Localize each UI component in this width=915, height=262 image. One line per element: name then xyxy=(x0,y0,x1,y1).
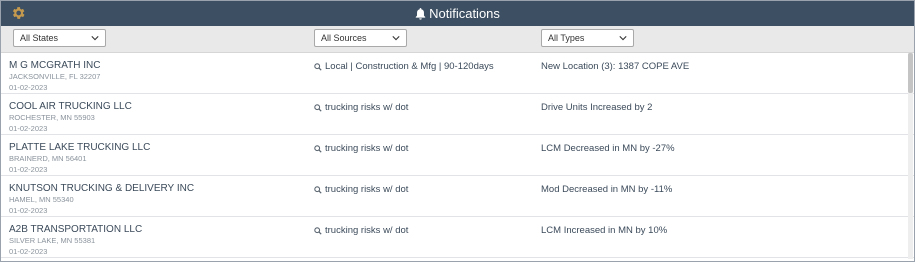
scrollbar-thumb[interactable] xyxy=(908,53,913,93)
source-label: Local | Construction & Mfg | 90-120days xyxy=(325,61,494,72)
notification-date: 01-02-2023 xyxy=(9,124,48,133)
search-icon xyxy=(314,185,322,194)
page-title: Notifications xyxy=(429,6,500,21)
company-name[interactable]: KNUTSON TRUCKING & DELIVERY INC xyxy=(9,183,194,194)
notification-type: New Location (3): 1387 COPE AVE xyxy=(541,61,690,72)
company-location: BRAINERD, MN 56401 xyxy=(9,154,87,163)
notification-date: 01-02-2023 xyxy=(9,83,48,92)
notification-type: Mod Decreased in MN by -11% xyxy=(541,184,673,195)
notification-row[interactable]: KNUTSON TRUCKING & DELIVERY INC HAMEL, M… xyxy=(1,176,914,217)
company-name[interactable]: COOL AIR TRUCKING LLC xyxy=(9,101,132,112)
notification-source[interactable]: Local | Construction & Mfg | 90-120days xyxy=(314,61,494,72)
notification-source[interactable]: trucking risks w/ dot xyxy=(314,143,408,154)
notification-date: 01-02-2023 xyxy=(9,247,48,256)
gear-icon[interactable] xyxy=(10,5,26,21)
page-title-group: Notifications xyxy=(415,6,500,21)
source-label: trucking risks w/ dot xyxy=(325,184,409,195)
states-filter-value: All States xyxy=(20,33,59,43)
search-icon xyxy=(314,226,322,235)
notifications-panel: Notifications All States All Sources All… xyxy=(0,0,915,262)
search-icon xyxy=(314,62,322,71)
notification-row[interactable]: A2B TRANSPORTATION LLC SILVER LAKE, MN 5… xyxy=(1,217,914,258)
sources-filter-select[interactable]: All Sources xyxy=(314,29,407,47)
types-filter-value: All Types xyxy=(548,33,585,43)
states-filter-select[interactable]: All States xyxy=(13,29,106,47)
bell-icon xyxy=(415,7,426,20)
notification-type: Drive Units Increased by 2 xyxy=(541,102,653,113)
chevron-down-icon xyxy=(619,36,627,41)
notification-row[interactable]: COOL AIR TRUCKING LLC ROCHESTER, MN 5590… xyxy=(1,94,914,135)
notification-date: 01-02-2023 xyxy=(9,206,48,215)
source-label: trucking risks w/ dot xyxy=(325,102,409,113)
notification-source[interactable]: trucking risks w/ dot xyxy=(314,102,408,113)
filter-bar: All States All Sources All Types xyxy=(1,26,914,53)
source-label: trucking risks w/ dot xyxy=(325,143,409,154)
notification-source[interactable]: trucking risks w/ dot xyxy=(314,225,408,236)
search-icon xyxy=(314,103,322,112)
notification-date: 01-02-2023 xyxy=(9,165,48,174)
notification-list: M G MCGRATH INC JACKSONVILLE, FL 32207 0… xyxy=(1,53,914,258)
sources-filter-value: All Sources xyxy=(321,33,367,43)
company-name[interactable]: PLATTE LAKE TRUCKING LLC xyxy=(9,142,150,153)
company-name[interactable]: A2B TRANSPORTATION LLC xyxy=(9,224,142,235)
notification-row[interactable]: PLATTE LAKE TRUCKING LLC BRAINERD, MN 56… xyxy=(1,135,914,176)
company-location: SILVER LAKE, MN 55381 xyxy=(9,236,96,245)
notification-row[interactable]: M G MCGRATH INC JACKSONVILLE, FL 32207 0… xyxy=(1,53,914,94)
chevron-down-icon xyxy=(392,36,400,41)
notification-source[interactable]: trucking risks w/ dot xyxy=(314,184,408,195)
notification-type: LCM Increased in MN by 10% xyxy=(541,225,668,236)
chevron-down-icon xyxy=(91,36,99,41)
notification-type: LCM Decreased in MN by -27% xyxy=(541,143,675,154)
types-filter-select[interactable]: All Types xyxy=(541,29,634,47)
company-location: JACKSONVILLE, FL 32207 xyxy=(9,72,101,81)
source-label: trucking risks w/ dot xyxy=(325,225,409,236)
scrollbar[interactable] xyxy=(908,53,913,259)
company-name[interactable]: M G MCGRATH INC xyxy=(9,60,100,71)
search-icon xyxy=(314,144,322,153)
company-location: ROCHESTER, MN 55903 xyxy=(9,113,95,122)
header-bar: Notifications xyxy=(1,1,914,26)
company-location: HAMEL, MN 55340 xyxy=(9,195,74,204)
